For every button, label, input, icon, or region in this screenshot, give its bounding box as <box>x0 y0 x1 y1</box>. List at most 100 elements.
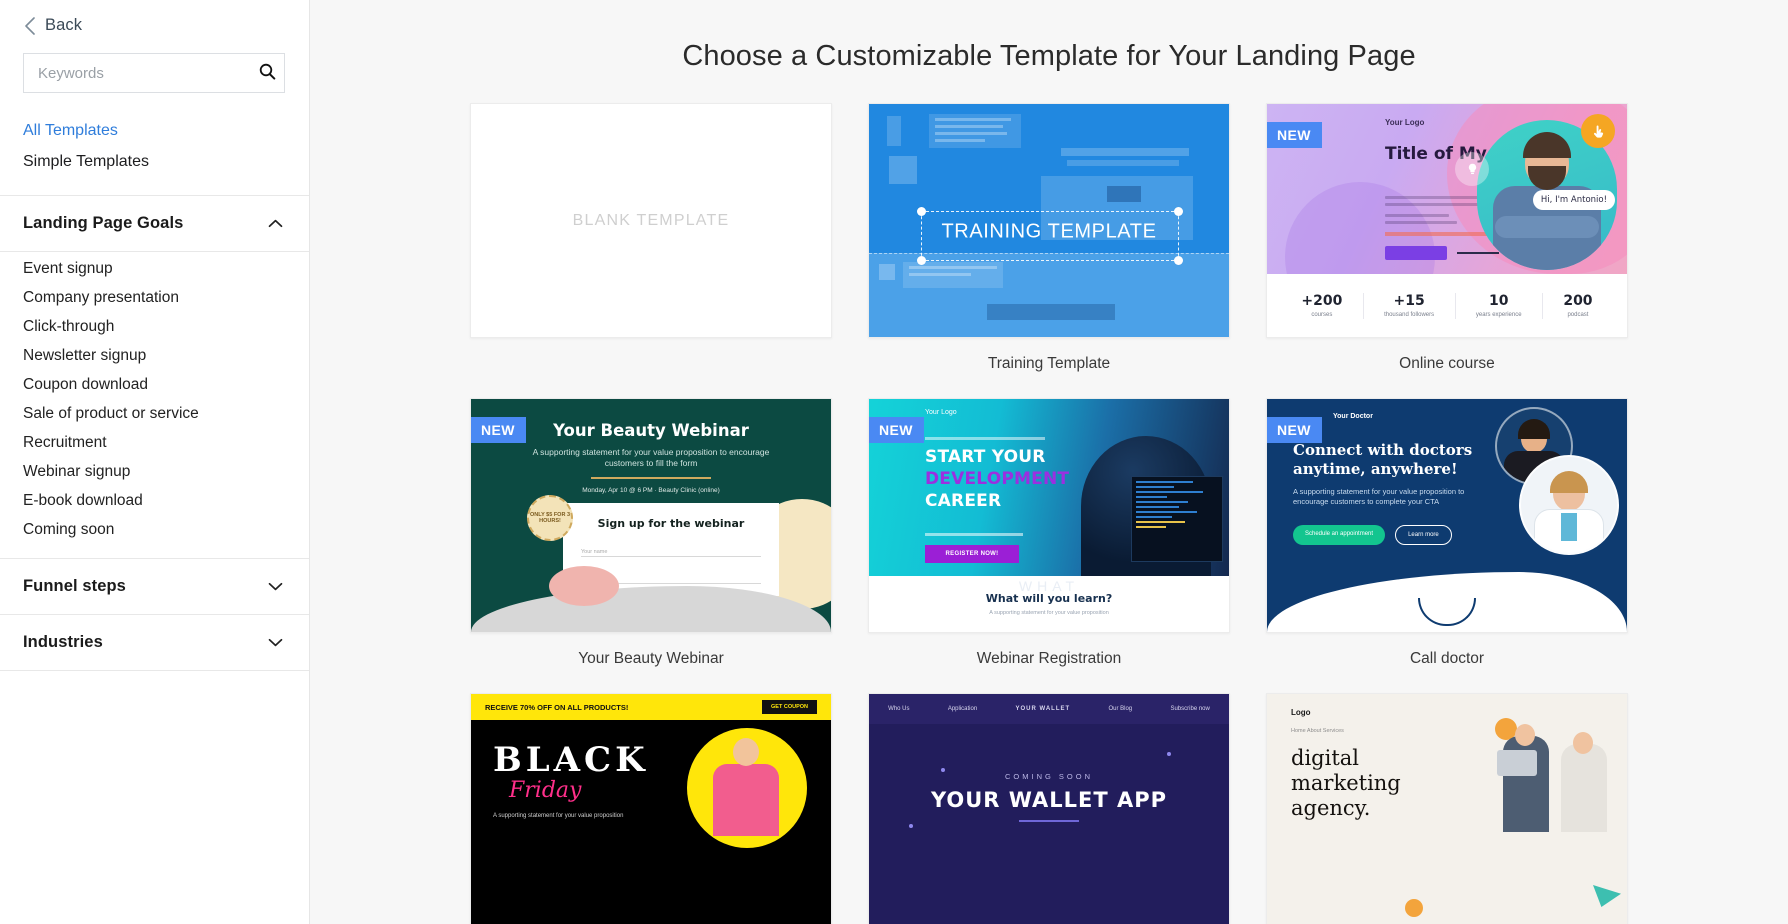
decor-pink-blob <box>549 566 619 606</box>
search-container <box>0 45 309 93</box>
stat-value: +15 <box>1393 292 1425 309</box>
group-title: Industries <box>23 633 103 651</box>
decor-code-screen <box>1131 476 1223 563</box>
hand-pointer-icon <box>1581 114 1615 148</box>
group-items-landing-page-goals: Event signup Company presentation Click-… <box>0 252 309 558</box>
template-thumbnail[interactable]: TRAINING TEMPLATE <box>868 103 1230 338</box>
template-thumbnail[interactable]: Who Us Application YOUR WALLET Our Blog … <box>868 693 1230 924</box>
template-card-label: Training Template <box>987 355 1111 372</box>
beauty-subtitle: A supporting statement for your value pr… <box>532 447 770 468</box>
template-card-webinar-registration[interactable]: NEW Your Logo START YOUR DEVELOPMENT CAR… <box>868 398 1230 693</box>
back-button[interactable]: Back <box>0 0 309 45</box>
decor-ball <box>1405 899 1423 917</box>
template-thumbnail[interactable]: NEW Your Logo Title of My Webinar Hi, I'… <box>1266 103 1628 338</box>
training-template-text: TRAINING TEMPLATE <box>941 220 1157 243</box>
stat-value: 10 <box>1488 292 1509 309</box>
doctor-subtitle: A supporting statement for your value pr… <box>1293 487 1465 506</box>
stat-key: podcast <box>1567 311 1589 318</box>
decor-hair <box>1523 132 1571 158</box>
chevron-left-icon <box>24 16 36 35</box>
dev-footer: WHAT What will you learn? A supporting s… <box>869 576 1229 632</box>
decor-laptop <box>1497 750 1537 776</box>
template-thumbnail[interactable]: BLANK TEMPLATE <box>470 103 832 338</box>
sidebar-item-recruitment[interactable]: Recruitment <box>23 428 309 457</box>
decor-panel <box>887 116 901 146</box>
search-box[interactable] <box>23 53 285 93</box>
stat-separator <box>1454 292 1456 319</box>
sidebar-item-label: All Templates <box>23 122 118 139</box>
sidebar-item-coupon-download[interactable]: Coupon download <box>23 370 309 399</box>
wallet-nav-item[interactable]: Subscribe now <box>1170 706 1209 712</box>
wallet-navbar: Who Us Application YOUR WALLET Our Blog … <box>869 694 1229 724</box>
template-thumbnail[interactable]: Logo Home About Services digital marketi… <box>1266 693 1628 924</box>
sidebar-item-coming-soon[interactable]: Coming soon <box>23 515 309 544</box>
template-card-call-doctor[interactable]: NEW Your Doctor Connect with doctors any… <box>1266 398 1628 693</box>
template-thumbnail[interactable]: NEW Your Doctor Connect with doctors any… <box>1266 398 1628 633</box>
main-content: Choose a Customizable Template for Your … <box>310 0 1788 924</box>
group-header-landing-page-goals[interactable]: Landing Page Goals <box>0 196 309 251</box>
stat-item: 10 years experience <box>1476 293 1522 319</box>
badge-new: NEW <box>869 417 924 443</box>
resize-handle-bottom-right[interactable] <box>1174 256 1183 265</box>
wallet-nav-item[interactable]: Our Blog <box>1108 706 1132 712</box>
decor-model-head <box>733 738 759 766</box>
wallet-nav-item[interactable]: Application <box>948 706 977 712</box>
badge-new: NEW <box>1267 122 1322 148</box>
decor-person-b <box>1561 744 1607 832</box>
blank-template-text: BLANK TEMPLATE <box>572 211 730 229</box>
blackfriday-title: BLACK <box>493 740 649 780</box>
beauty-form-title: Sign up for the webinar <box>597 517 745 530</box>
search-button[interactable] <box>251 54 284 92</box>
sidebar-item-company-presentation[interactable]: Company presentation <box>23 283 309 312</box>
resize-handle-top-left[interactable] <box>917 207 926 216</box>
template-card-training-template[interactable]: TRAINING TEMPLATE Training Template <box>868 103 1230 398</box>
sidebar-item-all-templates[interactable]: All Templates <box>23 115 309 146</box>
wallet-nav-item[interactable]: Who Us <box>888 706 909 712</box>
doctor-schedule-button[interactable]: Schedule an appointment <box>1293 525 1386 545</box>
sidebar-item-ebook-download[interactable]: E-book download <box>23 486 309 515</box>
group-header-funnel-steps[interactable]: Funnel steps <box>0 559 309 614</box>
course-stats-row: +200 courses +15 thousand followers 10 y… <box>1267 274 1627 337</box>
course-logo: Your Logo <box>1385 118 1425 127</box>
sidebar-item-label: Company presentation <box>23 289 179 306</box>
beauty-field-name[interactable]: Your name <box>581 540 761 557</box>
blackfriday-coupon-button[interactable]: GET COUPON <box>762 700 817 714</box>
search-input[interactable] <box>24 54 251 92</box>
stat-item: +15 thousand followers <box>1384 293 1434 319</box>
sidebar-item-click-through[interactable]: Click-through <box>23 312 309 341</box>
course-register-button[interactable] <box>1385 246 1447 260</box>
dev-line-3: CAREER <box>925 491 1002 511</box>
digital-title: digital marketing agency. <box>1291 746 1401 820</box>
decor-arms <box>1495 216 1599 238</box>
template-card-blank[interactable]: BLANK TEMPLATE <box>470 103 832 398</box>
template-thumbnail[interactable]: NEW Your Logo START YOUR DEVELOPMENT CAR… <box>868 398 1230 633</box>
template-card-label: Call doctor <box>1409 650 1485 667</box>
sidebar-item-label: Event signup <box>23 260 113 277</box>
template-grid: BLANK TEMPLATE TRAINING TEMPLATE Trainin… <box>310 103 1788 924</box>
sidebar-item-newsletter-signup[interactable]: Newsletter signup <box>23 341 309 370</box>
template-card-black-friday[interactable]: RECEIVE 70% OFF ON ALL PRODUCTS! GET COU… <box>470 693 832 924</box>
wallet-title: YOUR WALLET APP <box>930 788 1168 812</box>
template-card-online-course[interactable]: NEW Your Logo Title of My Webinar Hi, I'… <box>1266 103 1628 398</box>
sidebar-item-event-signup[interactable]: Event signup <box>23 254 309 283</box>
resize-handle-top-right[interactable] <box>1174 207 1183 216</box>
blackfriday-promo-bar: RECEIVE 70% OFF ON ALL PRODUCTS! GET COU… <box>471 694 831 720</box>
sidebar-item-simple-templates[interactable]: Simple Templates <box>23 146 309 177</box>
resize-handle-bottom-left[interactable] <box>917 256 926 265</box>
template-card-digital-marketing[interactable]: Logo Home About Services digital marketi… <box>1266 693 1628 924</box>
template-thumbnail[interactable]: NEW Your Beauty Webinar A supporting sta… <box>470 398 832 633</box>
digital-nav[interactable]: Home About Services <box>1291 728 1344 734</box>
sidebar-item-webinar-signup[interactable]: Webinar signup <box>23 457 309 486</box>
dev-register-button[interactable]: REGISTER NOW! <box>925 545 1019 563</box>
doctor-title: Connect with doctors anytime, anywhere! <box>1293 441 1473 478</box>
sidebar-item-label: Webinar signup <box>23 463 131 480</box>
app-root: Back All Templates Sim <box>0 0 1788 924</box>
sidebar-item-sale-of-product-or-service[interactable]: Sale of product or service <box>23 399 309 428</box>
wallet-coming-soon: COMING SOON <box>1004 772 1093 781</box>
doctor-learn-more-button[interactable]: Learn more <box>1395 525 1452 545</box>
template-card-wallet-app[interactable]: Who Us Application YOUR WALLET Our Blog … <box>868 693 1230 924</box>
group-header-industries[interactable]: Industries <box>0 615 309 670</box>
template-thumbnail[interactable]: RECEIVE 70% OFF ON ALL PRODUCTS! GET COU… <box>470 693 832 924</box>
decor-panel <box>1067 160 1179 166</box>
template-card-your-beauty-webinar[interactable]: NEW Your Beauty Webinar A supporting sta… <box>470 398 832 693</box>
